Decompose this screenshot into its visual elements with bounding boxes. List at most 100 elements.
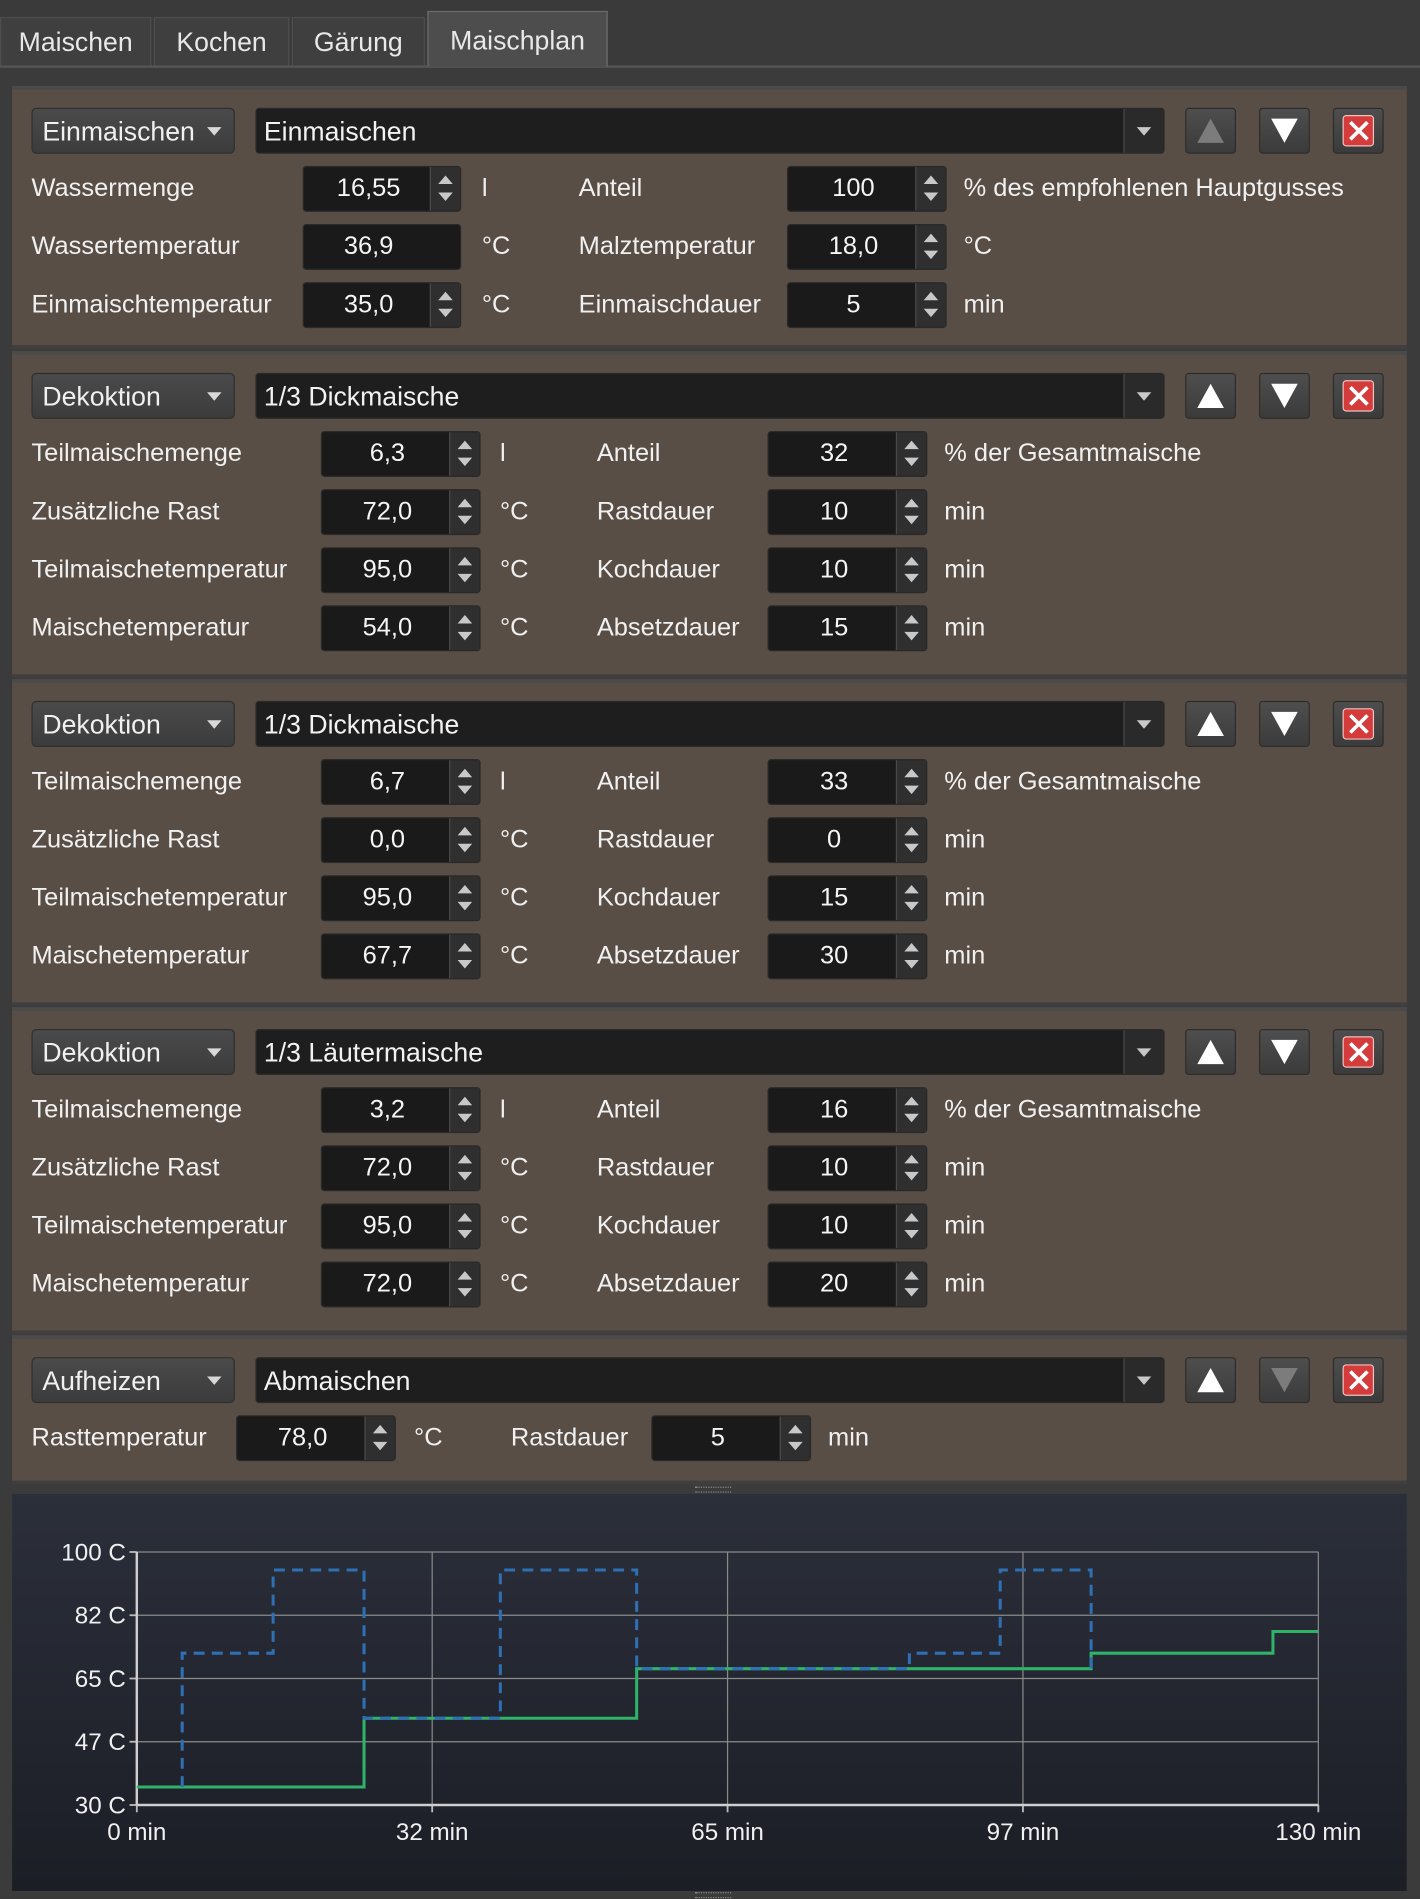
tab-maischplan[interactable]: Maischplan <box>427 10 608 67</box>
spinbox-stepper[interactable] <box>915 225 946 269</box>
spinbox-stepper[interactable] <box>429 283 461 327</box>
spinbox-stepper[interactable] <box>779 1416 810 1460</box>
move-down-button[interactable] <box>1259 107 1310 154</box>
value-spinbox[interactable]: 78,0 <box>236 1415 396 1462</box>
step-name-combobox[interactable]: 1/3 Dickmaische <box>255 700 1165 747</box>
value-spinbox[interactable]: 35,0 <box>302 282 462 329</box>
value-spinbox[interactable]: 5 <box>651 1415 812 1462</box>
value-spinbox[interactable]: 15 <box>767 875 928 922</box>
value-spinbox[interactable]: 10 <box>767 1203 928 1250</box>
spinbox-stepper[interactable] <box>895 432 927 476</box>
spinbox-stepper[interactable] <box>895 1204 927 1249</box>
spinbox-stepper[interactable] <box>895 490 927 534</box>
spinbox-stepper[interactable] <box>364 1416 395 1460</box>
value-spinbox[interactable]: 0,0 <box>320 817 481 864</box>
value-spinbox[interactable]: 0 <box>767 817 928 864</box>
step-type-dropdown[interactable]: Dekoktion <box>31 372 235 419</box>
spinbox-stepper[interactable] <box>895 760 927 804</box>
value-spinbox[interactable]: 16 <box>767 1087 928 1134</box>
value-spinbox[interactable]: 6,7 <box>320 759 481 806</box>
combobox-dropdown-button[interactable] <box>1123 1358 1164 1402</box>
value-spinbox[interactable]: 5 <box>786 282 947 329</box>
value-spinbox[interactable]: 18,0 <box>786 223 947 270</box>
delete-step-button[interactable] <box>1332 1357 1384 1404</box>
delete-step-button[interactable] <box>1332 372 1384 419</box>
spinbox-stepper[interactable] <box>449 1146 480 1191</box>
combobox-dropdown-button[interactable] <box>1123 108 1164 153</box>
step-name-combobox[interactable]: 1/3 Dickmaische <box>255 372 1165 419</box>
spinbox-stepper[interactable] <box>895 1146 927 1191</box>
spinbox-stepper[interactable] <box>449 432 480 476</box>
unit-label: % des empfohlenen Hauptgusses <box>963 174 1344 203</box>
combobox-dropdown-button[interactable] <box>1123 1030 1164 1074</box>
value-spinbox[interactable]: 36,9 <box>302 223 462 270</box>
step-name-combobox[interactable]: Einmaischen <box>255 107 1165 154</box>
move-down-button[interactable] <box>1259 700 1310 747</box>
step-name-combobox[interactable]: Abmaischen <box>255 1357 1165 1404</box>
value-spinbox[interactable]: 3,2 <box>320 1087 481 1134</box>
move-up-button[interactable] <box>1185 700 1237 747</box>
value-spinbox[interactable]: 6,3 <box>320 430 481 477</box>
value-spinbox[interactable]: 100 <box>786 165 947 212</box>
spinbox-stepper[interactable] <box>449 1088 480 1132</box>
value-spinbox[interactable]: 16,55 <box>302 165 462 212</box>
value-spinbox[interactable]: 10 <box>767 489 928 536</box>
spinbox-stepper[interactable] <box>895 1262 927 1307</box>
spinbox-stepper[interactable] <box>449 1204 480 1249</box>
step-name-combobox[interactable]: 1/3 Läutermaische <box>255 1029 1165 1076</box>
value-spinbox[interactable]: 67,7 <box>320 933 481 980</box>
spinbox-stepper[interactable] <box>449 1262 480 1307</box>
spinbox-stepper[interactable] <box>449 548 480 592</box>
delete-step-button[interactable] <box>1332 1029 1384 1076</box>
spinbox-stepper[interactable] <box>895 876 927 921</box>
value-spinbox[interactable]: 33 <box>767 759 928 806</box>
step-type-dropdown[interactable]: Dekoktion <box>31 700 235 747</box>
spinbox-stepper[interactable] <box>429 167 461 211</box>
value-spinbox[interactable]: 10 <box>767 547 928 594</box>
move-down-button[interactable] <box>1259 372 1310 419</box>
value-spinbox[interactable]: 72,0 <box>320 1145 481 1192</box>
value-spinbox[interactable]: 72,0 <box>320 489 481 536</box>
delete-step-button[interactable] <box>1332 107 1384 154</box>
value-spinbox[interactable]: 20 <box>767 1261 928 1308</box>
tab-kochen[interactable]: Kochen <box>153 16 290 66</box>
spinbox-stepper[interactable] <box>449 606 480 651</box>
move-up-button[interactable] <box>1185 372 1237 419</box>
spinbox-stepper[interactable] <box>915 167 946 211</box>
value-spinbox[interactable]: 30 <box>767 933 928 980</box>
combobox-dropdown-button[interactable] <box>1123 702 1164 746</box>
spinbox-stepper[interactable] <box>895 934 927 979</box>
value-spinbox[interactable]: 32 <box>767 430 928 477</box>
splitter-handle[interactable] <box>694 1486 732 1493</box>
delete-step-button[interactable] <box>1332 700 1384 747</box>
move-down-button[interactable] <box>1259 1357 1310 1404</box>
move-up-button[interactable] <box>1185 1029 1237 1076</box>
value-spinbox[interactable]: 95,0 <box>320 875 481 922</box>
spinbox-stepper[interactable] <box>449 934 480 979</box>
step-type-dropdown[interactable]: Einmaischen <box>31 107 235 154</box>
spinbox-stepper[interactable] <box>895 1088 927 1132</box>
combobox-dropdown-button[interactable] <box>1123 374 1164 418</box>
value-spinbox[interactable]: 54,0 <box>320 605 481 652</box>
step-type-dropdown[interactable]: Dekoktion <box>31 1029 235 1076</box>
value-spinbox[interactable]: 95,0 <box>320 1203 481 1250</box>
value-spinbox[interactable]: 10 <box>767 1145 928 1192</box>
spinbox-stepper[interactable] <box>449 760 480 804</box>
value-spinbox[interactable]: 72,0 <box>320 1261 481 1308</box>
tab-gaerung[interactable]: Gärung <box>291 16 425 66</box>
spinbox-stepper[interactable] <box>895 548 927 592</box>
tab-maischen[interactable]: Maischen <box>0 16 152 66</box>
spinbox-stepper[interactable] <box>895 818 927 862</box>
step-type-dropdown[interactable]: Aufheizen <box>31 1357 235 1404</box>
move-up-button[interactable] <box>1185 1357 1237 1404</box>
value-spinbox[interactable]: 95,0 <box>320 547 481 594</box>
spinbox-stepper[interactable] <box>915 283 946 327</box>
spinbox-stepper[interactable] <box>895 606 927 651</box>
move-up-button[interactable] <box>1185 107 1237 154</box>
move-down-button[interactable] <box>1259 1029 1310 1076</box>
bottom-splitter-handle[interactable] <box>694 1892 732 1899</box>
value-spinbox[interactable]: 15 <box>767 605 928 652</box>
spinbox-stepper[interactable] <box>449 490 480 534</box>
spinbox-stepper[interactable] <box>449 818 480 862</box>
spinbox-stepper[interactable] <box>449 876 480 921</box>
